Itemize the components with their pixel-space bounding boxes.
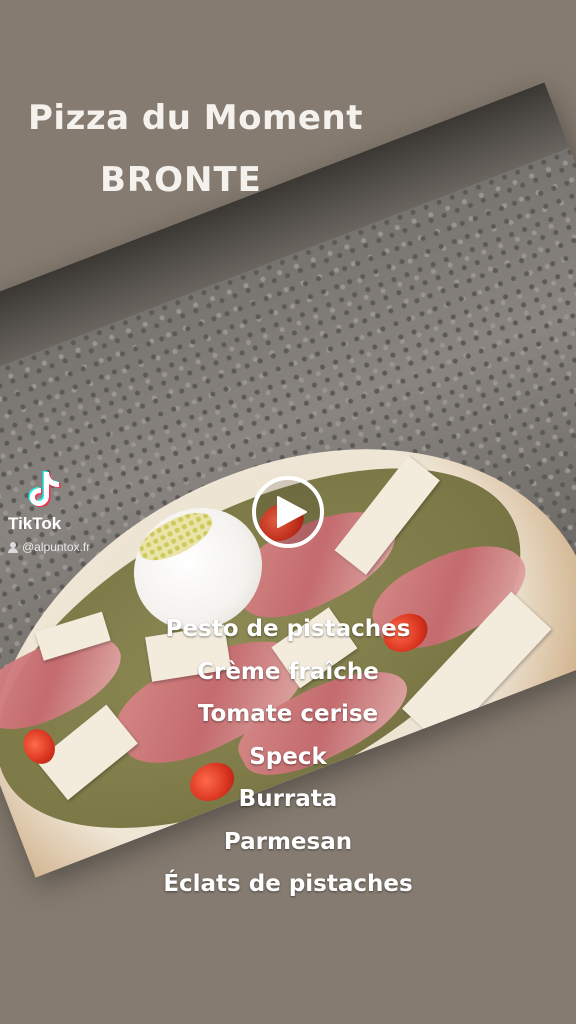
ingredient-item: Parmesan xyxy=(223,828,353,855)
username-text: @alpuntox.fr xyxy=(22,540,91,554)
ingredient-item: Éclats de pistaches xyxy=(163,871,413,897)
ingredient-item: Crème fraîche xyxy=(197,658,379,685)
video-frame: Pizza du Moment BRONTE TikTok @alpuntox.… xyxy=(0,0,576,1024)
ingredient-item: Burrata xyxy=(238,786,338,812)
ingredient-item: Pesto de pistaches xyxy=(165,616,411,642)
ingredient-list: Pesto de pistaches Crème fraîche Tomate … xyxy=(100,608,476,906)
play-button[interactable] xyxy=(252,476,324,548)
ingredient-item: Tomate cerise xyxy=(197,701,379,727)
ingredient-item: Speck xyxy=(249,743,327,770)
tiktok-brand-label: TikTok xyxy=(8,514,62,533)
page-title: Pizza du Moment xyxy=(28,98,363,138)
tiktok-watermark: TikTok @alpuntox.fr xyxy=(8,470,138,554)
user-icon xyxy=(8,541,18,553)
tiktok-logo-icon xyxy=(28,471,61,507)
tiktok-username: @alpuntox.fr xyxy=(8,540,138,554)
pizza-name: BRONTE xyxy=(100,160,262,200)
play-icon xyxy=(277,496,307,528)
